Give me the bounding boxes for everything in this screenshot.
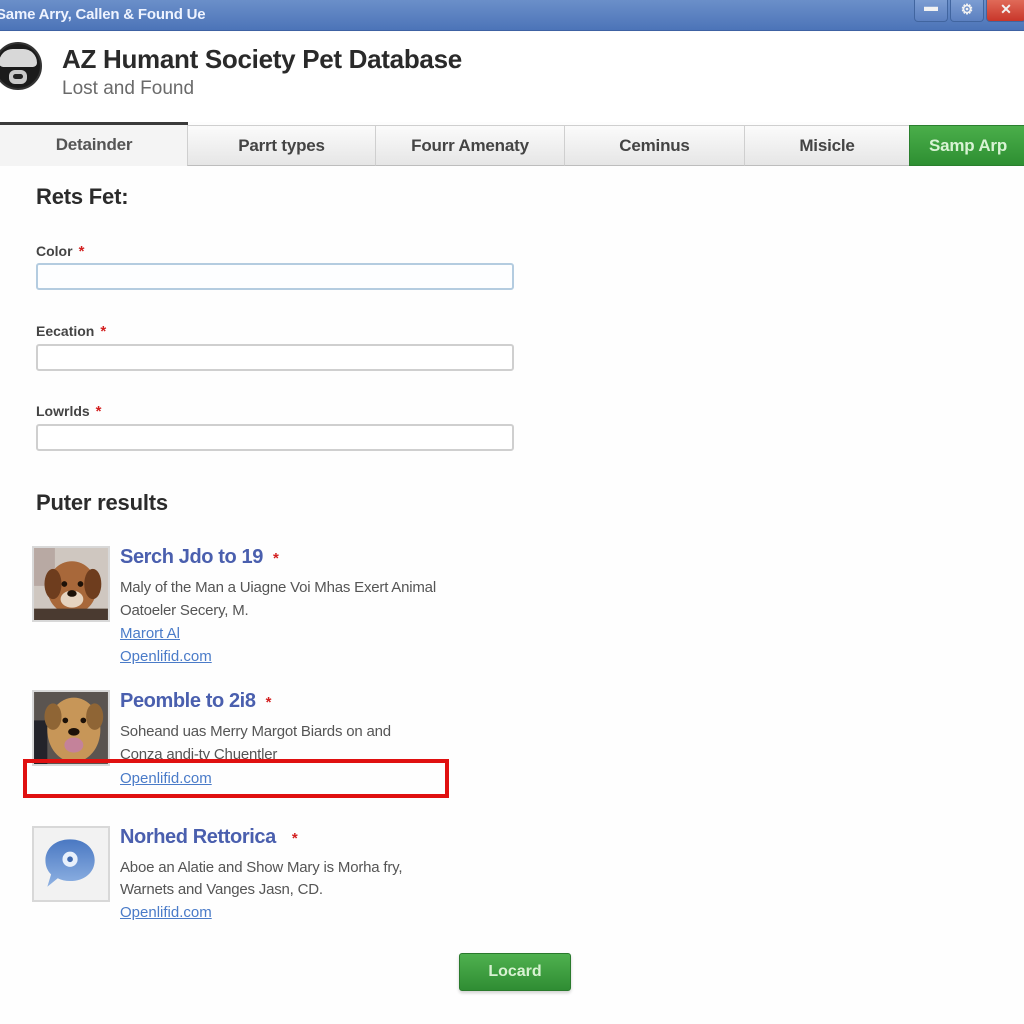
result-description: Conza andi-ty Chuentler bbox=[120, 746, 278, 763]
result-item: Peomble to 2i8 * Soheand uas Merry Margot… bbox=[32, 690, 492, 790]
required-marker: * bbox=[95, 403, 102, 420]
maximize-button[interactable]: ⚙ bbox=[950, 0, 984, 22]
tab-fourr-amenaty[interactable]: Fourr Amenaty bbox=[375, 125, 565, 166]
app-subtitle: Lost and Found bbox=[62, 78, 195, 99]
eecation-input[interactable] bbox=[36, 344, 514, 371]
required-marker: * bbox=[78, 243, 85, 260]
minimize-icon: ▬ bbox=[924, 0, 938, 14]
lowrlds-label: Lowrlds * bbox=[36, 403, 102, 420]
color-input[interactable] bbox=[36, 263, 514, 290]
window-titlebar: Same Arry, Callen & Found Ue ▬ ⚙ ✕ bbox=[0, 0, 1024, 31]
close-icon: ✕ bbox=[1000, 1, 1012, 17]
lowrlds-input[interactable] bbox=[36, 424, 514, 451]
result-title[interactable]: Serch Jdo to 19 * bbox=[120, 546, 279, 569]
result-link[interactable]: Openlifid.com bbox=[120, 904, 212, 921]
required-marker: * bbox=[291, 830, 298, 847]
tab-detainder[interactable]: Detainder bbox=[0, 122, 188, 166]
dog-photo[interactable] bbox=[32, 690, 110, 766]
color-label: Color * bbox=[36, 243, 85, 260]
puppy-photo[interactable] bbox=[32, 546, 110, 622]
tab-bar: Detainder Parrt types Fourr Amenaty Cеmi… bbox=[0, 122, 1024, 166]
result-title[interactable]: Norhed Rettorica * bbox=[120, 826, 298, 849]
main-content: Rets Fet: Color * Eecation * Lowrlds * Pute… bbox=[0, 166, 1024, 1024]
app-title: AZ Humant Society Pet Database bbox=[62, 44, 462, 74]
result-description: Soheand uas Merry Margot Biards on and bbox=[120, 723, 391, 740]
close-button[interactable]: ✕ bbox=[986, 0, 1024, 22]
result-link[interactable]: Openlifid.com bbox=[120, 770, 212, 787]
load-button[interactable]: Locard bbox=[459, 953, 571, 991]
form-heading: Rets Fet: bbox=[36, 184, 129, 209]
gear-icon: ⚙ bbox=[960, 1, 974, 17]
result-item: Norhed Rettorica * Aboe an Alatie and Sho… bbox=[32, 826, 492, 926]
chat-bubble-icon[interactable] bbox=[32, 826, 110, 902]
required-marker: * bbox=[100, 323, 107, 340]
required-marker: * bbox=[265, 694, 272, 711]
result-item: Serch Jdo to 19 * Maly of the Man a Uiagn… bbox=[32, 546, 492, 665]
window-title: Same Arry, Callen & Found Ue bbox=[0, 6, 206, 23]
tab-ceminus[interactable]: Cеminus bbox=[564, 125, 745, 166]
result-description: Aboe an Alatie and Show Mary is Morha fr… bbox=[120, 859, 403, 876]
tab-parrt-types[interactable]: Parrt types bbox=[187, 125, 376, 166]
eecation-label: Eecation * bbox=[36, 323, 107, 340]
result-description: Oatoeler Secery, M. bbox=[120, 602, 249, 619]
result-description: Warnets and Vanges Jasn, CD. bbox=[120, 881, 323, 898]
result-link[interactable]: Openlifid.com bbox=[120, 648, 212, 665]
results-heading: Puter results bbox=[36, 490, 168, 515]
tab-misicle[interactable]: Misicle bbox=[744, 125, 910, 166]
tab-samp-arp[interactable]: Samp Arp bbox=[909, 125, 1024, 166]
minimize-button[interactable]: ▬ bbox=[914, 0, 948, 22]
result-title[interactable]: Peomble to 2i8 * bbox=[120, 690, 271, 713]
required-marker: * bbox=[272, 550, 279, 567]
result-link[interactable]: Marort Al bbox=[120, 625, 180, 642]
result-description: Maly of the Man a Uiagne Voi Mhas Exert … bbox=[120, 579, 436, 596]
